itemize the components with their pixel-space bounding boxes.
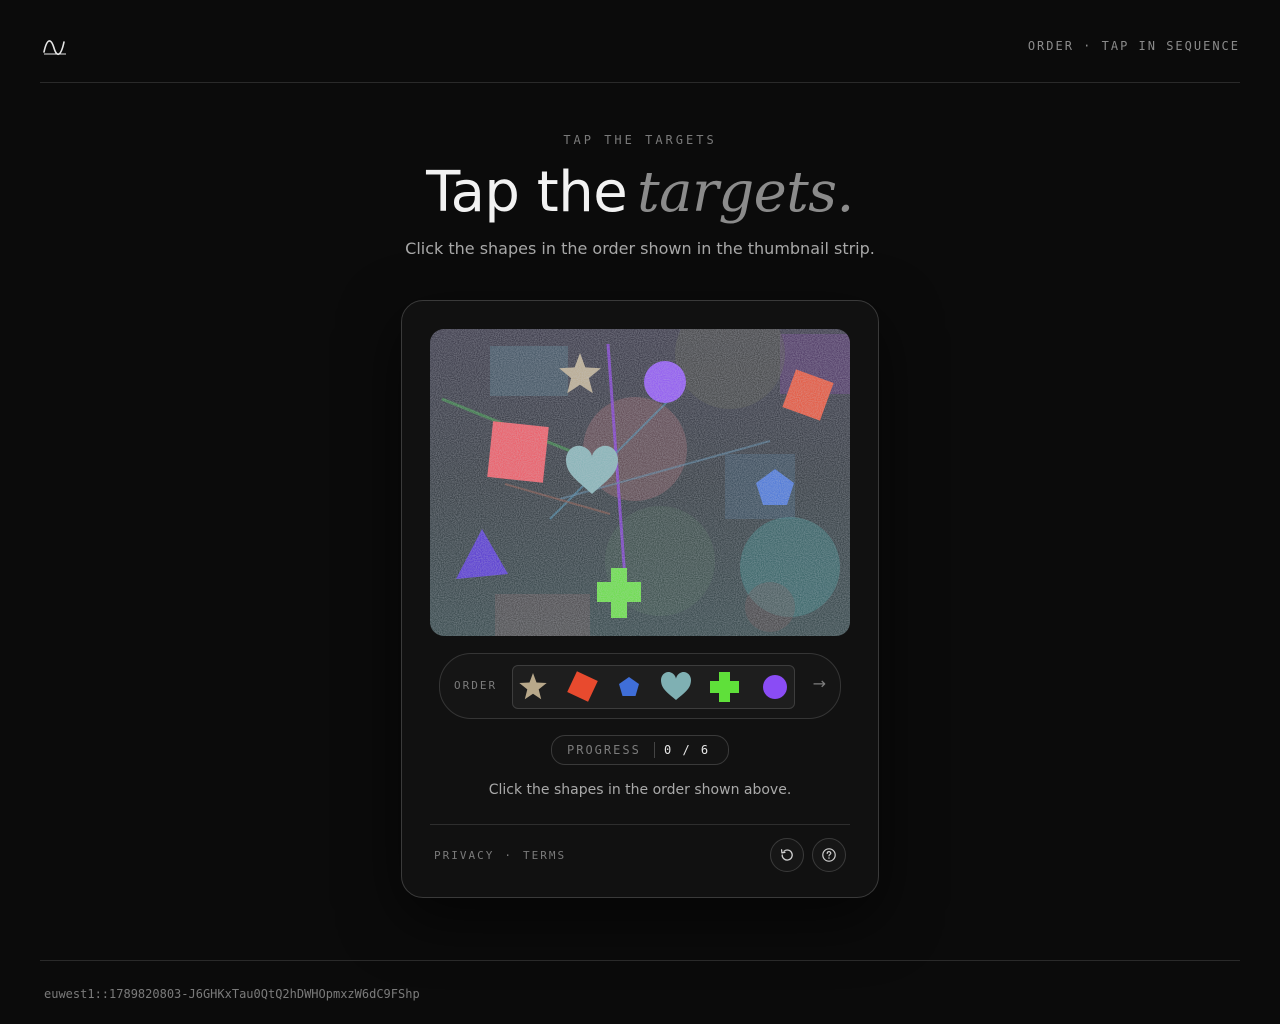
thumbnail-strip [512,665,795,709]
page-title: Tap the targets. [0,158,1280,228]
request-id: euwest1::1789820803-J6GHKxTau0QtQ2hDWHOp… [44,987,420,1001]
card-footer-links: PRIVACY · TERMS [434,849,566,862]
order-strip: ORDER → [439,653,841,719]
diamond-icon [567,671,598,702]
wave-logo-icon [43,40,66,55]
challenge-canvas[interactable] [430,329,850,636]
order-label: ORDER [454,679,498,692]
cross-icon [710,672,739,702]
circle-icon [763,675,787,699]
privacy-link[interactable]: PRIVACY [434,849,494,862]
terms-link[interactable]: TERMS [523,849,566,862]
link-separator: · [504,849,513,862]
help-icon [822,848,836,862]
progress-value: 0 / 6 [664,743,711,757]
title-plain: Tap the [426,160,628,225]
star-icon [519,673,547,700]
footer-divider [40,960,1240,961]
mode-label: ORDER · TAP IN SEQUENCE [1027,39,1240,53]
reload-icon [780,849,793,861]
eyebrow-label: TAP THE TARGETS [563,133,717,147]
heart-icon [661,671,691,700]
card-divider [430,824,850,825]
page-subtitle: Click the shapes in the order shown in t… [405,239,875,258]
title-accent: targets. [637,160,854,225]
challenge-card: ORDER → PROGRESS 0 / 6 Click the shapes … [401,300,879,898]
progress-label: PROGRESS [567,743,641,757]
progress-indicator: PROGRESS 0 / 6 [551,735,729,765]
help-button[interactable] [812,838,846,872]
reload-button[interactable] [770,838,804,872]
progress-divider [654,742,655,758]
instruction-text: Click the shapes in the order shown abov… [488,782,792,798]
next-arrow-icon[interactable]: → [813,674,826,693]
top-bar: ORDER · TAP IN SEQUENCE [40,0,1240,83]
pentagon-icon [619,677,639,696]
